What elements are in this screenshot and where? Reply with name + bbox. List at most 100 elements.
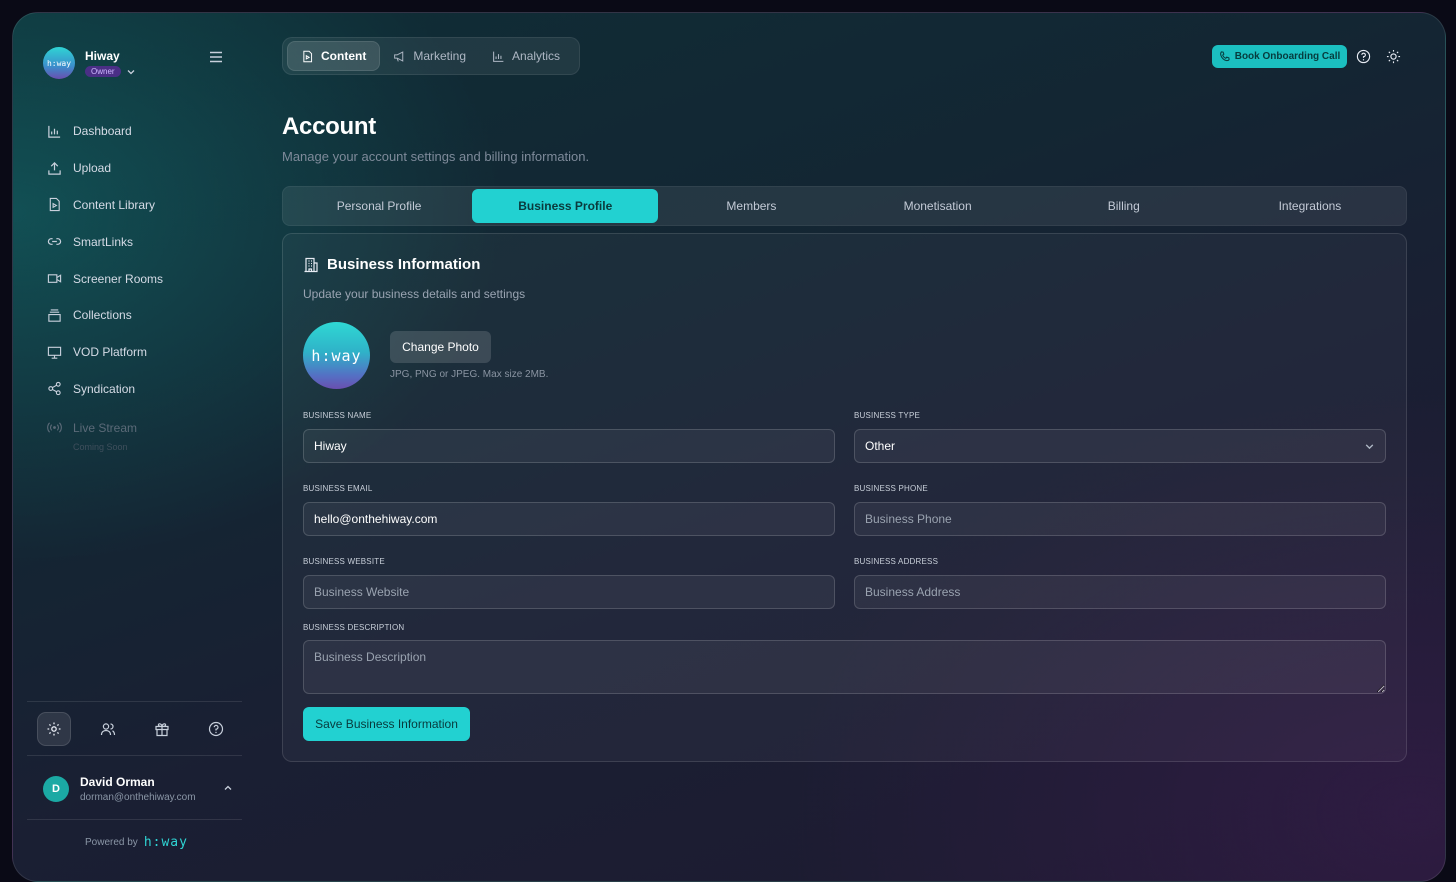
sidebar-item-label: Upload [73,161,112,176]
sidebar-item-upload[interactable]: Upload [47,150,247,187]
gift-icon [155,723,169,737]
file-icon [49,198,60,212]
card-header: Business Information [303,256,480,273]
divider [27,755,242,756]
sidebar-item-label: SmartLinks [73,234,134,249]
link-icon [47,238,62,246]
sidebar-item-label: Syndication [73,381,136,396]
sidebar-item-dashboard[interactable]: Dashboard [47,113,247,150]
menu-icon[interactable] [209,51,223,63]
business-website-label: BUSINESS WEBSITE [303,557,385,566]
business-type-select[interactable]: Other [854,429,1386,463]
sidebar-footer-actions [37,712,233,746]
save-business-information-button[interactable]: Save Business Information [303,707,470,741]
bar-chart-icon [48,125,61,138]
sidebar-item-label: Collections [73,308,132,323]
business-address-input[interactable] [854,575,1386,609]
users-icon [100,723,116,736]
business-name-input[interactable] [303,429,835,463]
business-email-input[interactable] [303,502,835,536]
megaphone-icon [394,50,404,62]
sidebar-item-screener-rooms[interactable]: Screener Rooms [47,260,247,297]
powered-by-logo: h:way [143,835,188,850]
sidebar-item-label: Live Stream [73,420,138,435]
business-website-input[interactable] [303,575,835,609]
share-icon [48,382,61,396]
tab-monetisation[interactable]: Monetisation [845,189,1031,223]
divider [27,701,242,702]
business-logo: h:way [303,322,370,389]
business-description-textarea[interactable] [303,640,1386,694]
change-photo-button[interactable]: Change Photo [390,331,491,363]
sidebar-item-live-stream: Live Stream [47,409,247,446]
account-tabs: Personal Profile Business Profile Member… [282,186,1407,226]
sidebar-nav: Dashboard Upload Content Library SmartLi… [47,113,247,452]
topnav-content[interactable]: Content [287,41,381,71]
business-type-label: BUSINESS TYPE [854,411,921,420]
sidebar-item-content-library[interactable]: Content Library [47,187,247,224]
business-email-label: BUSINESS EMAIL [303,484,373,493]
tab-integrations[interactable]: Integrations [1217,189,1403,223]
team-button[interactable] [91,712,125,746]
topnav-marketing[interactable]: Marketing [380,41,479,71]
business-address-label: BUSINESS ADDRESS [854,557,939,566]
chevron-down-icon [1365,443,1374,449]
help-button[interactable] [199,712,233,746]
top-nav: Content Marketing Analytics [282,37,580,75]
page-subtitle: Manage your account settings and billing… [282,149,590,164]
divider [27,819,242,820]
book-onboarding-call-button[interactable]: Book Onboarding Call [1212,45,1347,68]
help-circle-icon[interactable] [1356,49,1371,64]
page-title: Account [282,113,376,140]
monitor-icon [47,346,62,359]
help-circle-icon [208,721,224,737]
coming-soon-label: Coming Soon [73,442,128,453]
card-title: Business Information [327,256,481,273]
sidebar-item-label: Dashboard [73,124,132,139]
workspace-name: Hiway [85,49,120,63]
workspace-switcher[interactable]: h:way Hiway Owner [43,47,136,79]
phone-icon [1219,51,1230,62]
building-icon [304,257,318,272]
stack-icon [48,309,61,322]
tab-personal-profile[interactable]: Personal Profile [286,189,472,223]
business-phone-input[interactable] [854,502,1386,536]
role-badge: Owner [85,66,121,77]
broadcast-icon [47,422,62,433]
rewards-button[interactable] [145,712,179,746]
app-window: h:way Hiway Owner Dashboard Upload Conte… [12,12,1446,882]
bar-chart-icon [493,51,504,62]
sun-icon[interactable] [1386,49,1401,64]
book-onboarding-call-label: Book Onboarding Call [1234,51,1341,62]
sidebar: h:way Hiway Owner Dashboard Upload Conte… [13,13,255,871]
sidebar-item-vod-platform[interactable]: VOD Platform [47,334,247,371]
sidebar-item-label: Screener Rooms [73,271,164,286]
tab-members[interactable]: Members [658,189,844,223]
card-subtitle: Update your business details and setting… [303,287,526,301]
sidebar-item-syndication[interactable]: Syndication [47,371,247,408]
powered-by-label: Powered by [85,837,138,848]
file-icon [303,50,313,62]
chevron-down-icon [127,69,135,74]
topnav-analytics[interactable]: Analytics [479,41,573,71]
business-name-label: BUSINESS NAME [303,411,372,420]
tab-billing[interactable]: Billing [1031,189,1217,223]
brand-logo: h:way [43,47,75,79]
video-icon [47,274,62,283]
business-description-label: BUSINESS DESCRIPTION [303,623,405,632]
upload-icon [48,161,61,175]
powered-by: Powered by h:way [85,835,188,850]
chevron-up-icon [224,785,232,790]
sidebar-item-collections[interactable]: Collections [47,297,247,334]
user-name: David Orman [80,775,155,789]
user-email: dorman@onthehiway.com [80,792,196,803]
tab-business-profile[interactable]: Business Profile [472,189,659,223]
sidebar-item-label: Content Library [73,197,156,212]
settings-button[interactable] [37,712,71,746]
business-type-value: Other [865,439,896,453]
user-menu[interactable]: D David Orman dorman@onthehiway.com [43,775,233,803]
topnav-label: Analytics [512,49,561,63]
gear-icon [47,722,61,736]
sidebar-item-smartlinks[interactable]: SmartLinks [47,223,247,260]
business-information-card: Business Information Update your busines… [282,233,1407,762]
